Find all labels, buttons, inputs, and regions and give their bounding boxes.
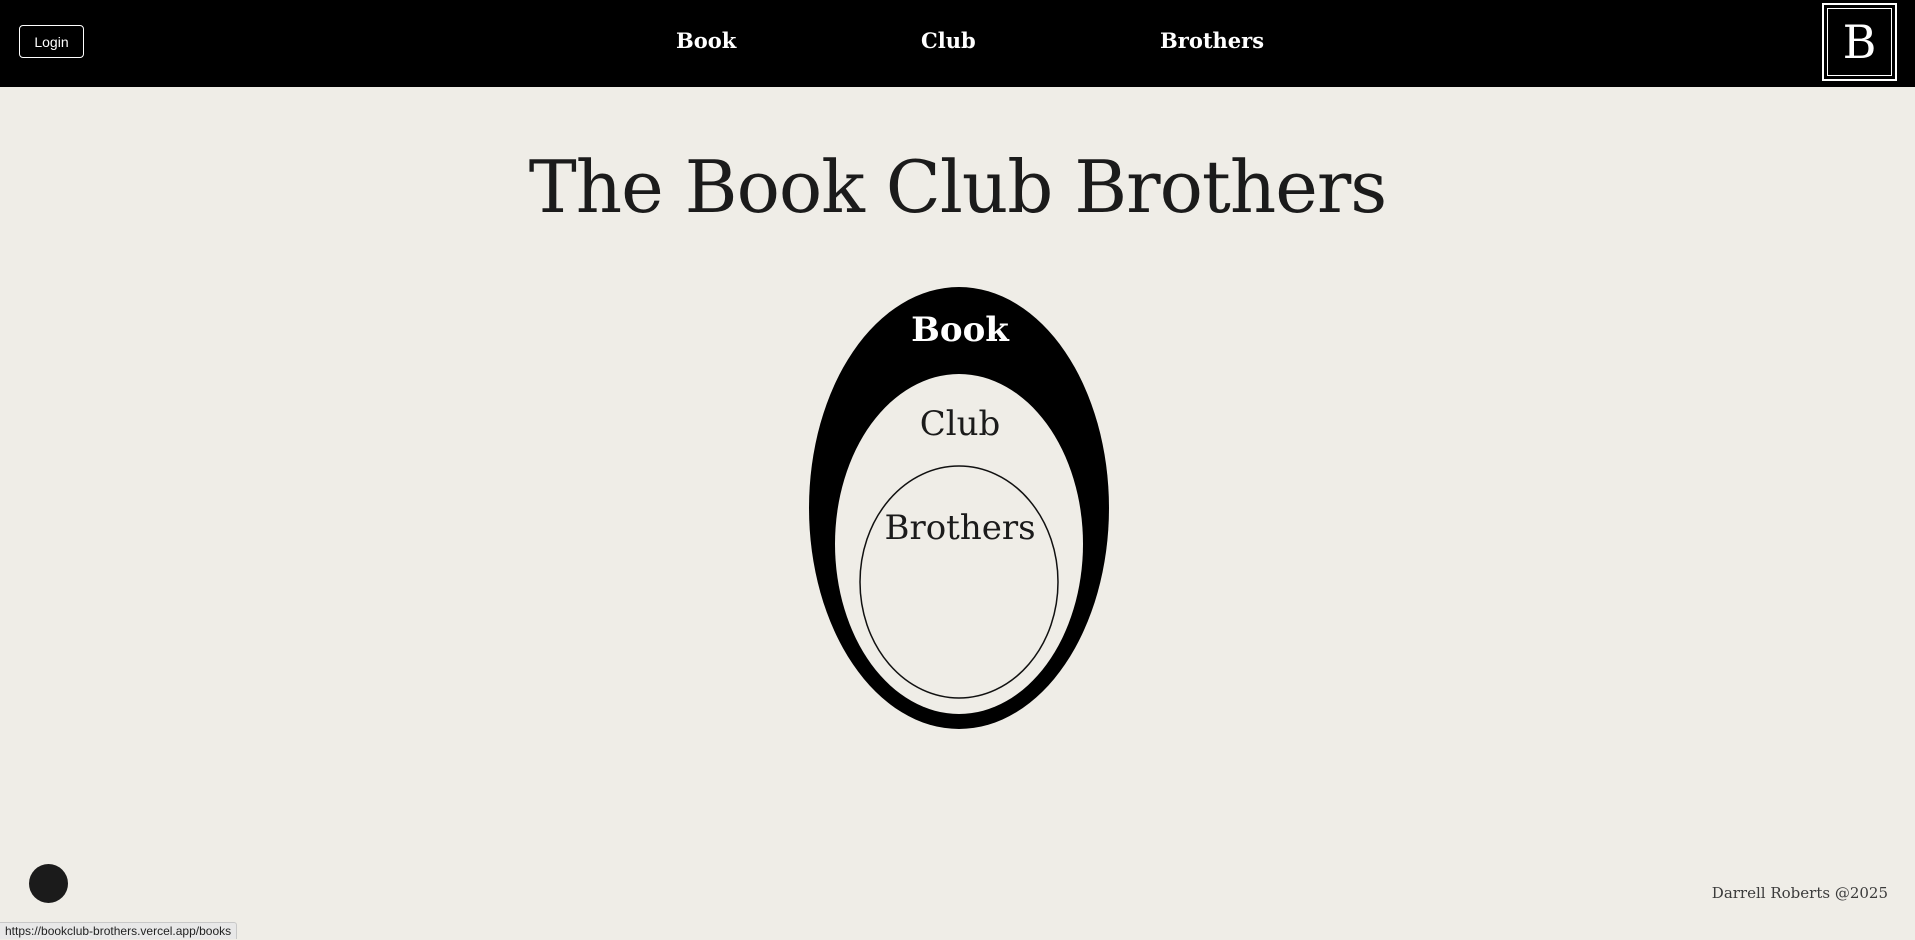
login-button[interactable]: Login bbox=[19, 25, 84, 58]
footer-credit: Darrell Roberts @2025 bbox=[1711, 884, 1888, 902]
ring-label-book[interactable]: Book bbox=[840, 310, 1080, 350]
nav-link-book[interactable]: Book bbox=[676, 28, 736, 53]
ring-label-brothers[interactable]: Brothers bbox=[840, 508, 1080, 548]
ring-label-club[interactable]: Club bbox=[840, 404, 1080, 444]
nested-rings-graphic bbox=[809, 287, 1109, 729]
chat-bubble-icon[interactable] bbox=[29, 864, 68, 903]
nav-link-club[interactable]: Club bbox=[921, 28, 976, 53]
inner-ring-brothers[interactable] bbox=[859, 465, 1059, 699]
logo-letter: B bbox=[1827, 8, 1892, 76]
site-logo[interactable]: B bbox=[1822, 3, 1897, 81]
status-bar-url: https://bookclub-brothers.vercel.app/boo… bbox=[0, 922, 238, 939]
top-navigation-bar: Login Book Club Brothers B bbox=[0, 0, 1915, 87]
page-title: The Book Club Brothers bbox=[528, 145, 1387, 229]
nav-link-brothers[interactable]: Brothers bbox=[1160, 28, 1264, 53]
